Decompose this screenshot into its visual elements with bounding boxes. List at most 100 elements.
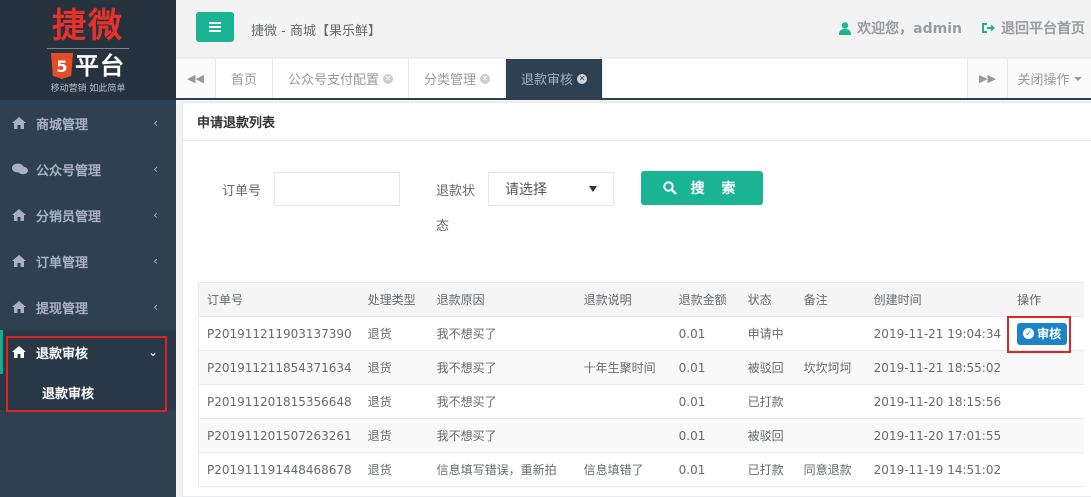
audit-button[interactable]: ✓ 审核 <box>1017 322 1068 345</box>
cell-remark <box>795 418 866 453</box>
cell-status: 被驳回 <box>739 350 796 385</box>
col-action: 操作 <box>1009 282 1084 317</box>
tab-scroll-right-button[interactable]: ▶▶ <box>967 59 1007 98</box>
cell-type: 退货 <box>359 316 429 351</box>
cell-action <box>1009 350 1084 385</box>
close-icon[interactable]: ✕ <box>383 73 394 84</box>
tab-label: 退款审核 <box>521 73 574 88</box>
order-no-input[interactable] <box>274 172 400 206</box>
search-button[interactable]: 搜 索 <box>641 171 763 205</box>
back-text: 退回平台首页 <box>1001 21 1085 37</box>
table-header-row: 订单号 处理类型 退款原因 退款说明 退款金额 状态 备注 创建时间 操作 <box>197 282 1084 317</box>
close-ops-label: 关闭操作 <box>1017 73 1070 88</box>
sidebar-item-label: 退款审核 <box>36 346 89 362</box>
cell-action <box>1009 418 1084 453</box>
sidebar-item-label: 分销员管理 <box>36 209 102 225</box>
hamburger-icon <box>209 26 221 28</box>
dropdown-arrow-icon <box>589 186 597 192</box>
welcome-user[interactable]: 欢迎您，admin <box>839 18 962 38</box>
cell-type: 退货 <box>359 418 429 453</box>
cell-desc <box>575 418 671 453</box>
tab-label: 首页 <box>231 73 258 88</box>
cell-amount: 0.01 <box>670 384 740 419</box>
close-icon[interactable]: ✕ <box>577 73 588 84</box>
chevron-left-icon: ‹ <box>153 300 158 314</box>
refund-status-select[interactable]: 请选择 <box>488 172 614 206</box>
sidebar-item-refund-audit[interactable]: 退款审核 ⌄ <box>0 330 176 374</box>
col-type: 处理类型 <box>359 282 429 317</box>
cell-time: 2019-11-20 17:01:55 <box>865 418 1010 453</box>
home-icon <box>12 255 30 267</box>
cell-reason: 我不想买了 <box>428 350 576 385</box>
cell-desc <box>575 384 671 419</box>
sidebar-item-withdraw[interactable]: 提现管理 ‹ <box>0 284 176 330</box>
chevron-left-icon: ‹ <box>153 116 158 130</box>
select-value: 请选择 <box>505 182 547 198</box>
sidebar-item-mall[interactable]: 商城管理 ‹ <box>0 100 176 146</box>
cell-remark <box>795 384 866 419</box>
logo-mid-text: 平台 <box>75 52 125 80</box>
check-circle-icon: ✓ <box>1023 328 1035 339</box>
cell-type: 退货 <box>359 384 429 419</box>
sidebar-group-refund: 退款审核 ⌄ 退款审核 <box>0 330 176 410</box>
sidebar-item-official-account[interactable]: 公众号管理 ‹ <box>0 146 176 192</box>
sidebar-subitem-refund-audit[interactable]: 退款审核 <box>0 374 176 410</box>
refund-status-label-wrap: 态 <box>436 219 450 234</box>
cell-status: 被驳回 <box>739 418 796 453</box>
tab-bar: ◀◀ 首页 公众号支付配置 ✕ 分类管理 ✕ 退款审核 ✕ ▶▶ 关闭操作 <box>176 59 1091 100</box>
cell-amount: 0.01 <box>670 350 740 385</box>
tab-label: 分类管理 <box>424 73 477 88</box>
refund-list-panel: 申请退款列表 订单号 退款状 态 请选择 搜 索 订单号 处理类型 退款原因 退… <box>182 102 1091 497</box>
cell-type: 退货 <box>359 452 429 487</box>
tab-payment-config[interactable]: 公众号支付配置 ✕ <box>273 59 410 98</box>
cell-order: P201911211854371634 <box>197 350 360 385</box>
sidebar-item-label: 订单管理 <box>36 255 89 271</box>
cell-reason: 我不想买了 <box>428 384 576 419</box>
comments-icon <box>12 163 30 175</box>
col-status: 状态 <box>739 282 796 317</box>
cell-reason: 我不想买了 <box>428 418 576 453</box>
sidebar-item-distributor[interactable]: 分销员管理 ‹ <box>0 192 176 238</box>
chevron-left-icon: ‹ <box>153 208 158 222</box>
close-icon[interactable]: ✕ <box>480 73 491 84</box>
cell-status: 已打款 <box>739 384 796 419</box>
table-row: P201911201507263261 退货 我不想买了 0.01 被驳回 20… <box>197 418 1084 453</box>
chevron-left-icon: ‹ <box>153 254 158 268</box>
top-bar: 捷微 - 商城【果乐鲜】 欢迎您，admin 退回平台首页 <box>176 0 1091 58</box>
cell-status: 已打款 <box>739 452 796 487</box>
tab-spacer <box>603 59 967 98</box>
logo-divider <box>47 48 129 49</box>
refund-table: 订单号 处理类型 退款原因 退款说明 退款金额 状态 备注 创建时间 操作 P2… <box>197 282 1084 487</box>
sidebar-item-orders[interactable]: 订单管理 ‹ <box>0 238 176 284</box>
cell-type: 退货 <box>359 350 429 385</box>
table-row: P201911191448468678 退货 信息填写错误，重新拍 信息填错了 … <box>197 452 1084 487</box>
cell-action: ✓ 审核 <box>1009 316 1084 351</box>
col-remark: 备注 <box>795 282 866 317</box>
cell-remark <box>795 316 866 351</box>
cell-time: 2019-11-21 19:04:34 <box>865 316 1010 351</box>
cell-desc <box>575 316 671 351</box>
tab-refund-audit[interactable]: 退款审核 ✕ <box>506 59 604 98</box>
cell-reason: 我不想买了 <box>428 316 576 351</box>
cell-order: P201911211903137390 <box>197 316 360 351</box>
col-reason: 退款原因 <box>428 282 576 317</box>
sidebar-item-label: 提现管理 <box>36 301 89 317</box>
home-icon <box>12 301 30 313</box>
back-to-platform-link[interactable]: 退回平台首页 <box>982 18 1085 38</box>
panel-title: 申请退款列表 <box>183 103 1091 141</box>
order-no-label: 订单号 <box>222 184 262 199</box>
page-title: 捷微 - 商城【果乐鲜】 <box>251 24 381 39</box>
home-icon <box>12 346 30 358</box>
search-label: 搜 索 <box>690 181 742 197</box>
tab-category[interactable]: 分类管理 ✕ <box>409 59 507 98</box>
welcome-text: 欢迎您，admin <box>857 21 962 37</box>
cell-amount: 0.01 <box>670 418 740 453</box>
cell-desc: 信息填错了 <box>575 452 671 487</box>
cell-desc: 十年生聚时间 <box>575 350 671 385</box>
tab-scroll-left-button[interactable]: ◀◀ <box>176 59 216 98</box>
cell-order: P201911201507263261 <box>197 418 360 453</box>
close-operations-dropdown[interactable]: 关闭操作 <box>1007 59 1091 98</box>
menu-toggle-button[interactable] <box>196 12 234 42</box>
cell-status: 申请中 <box>739 316 796 351</box>
tab-home[interactable]: 首页 <box>216 59 274 98</box>
